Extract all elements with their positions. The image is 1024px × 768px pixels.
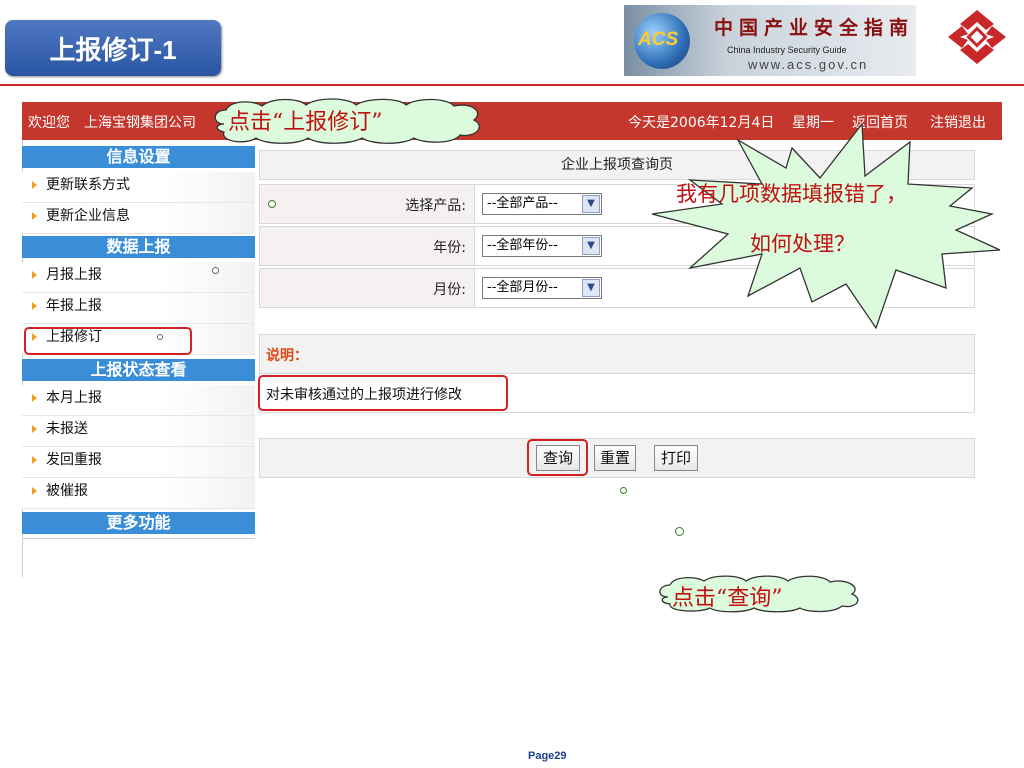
acs-banner: ACS 中国产业安全指南 China Industry Security Gui… — [624, 5, 916, 76]
month-label: 月份: — [433, 282, 466, 298]
month-select[interactable]: --全部月份-- ▼ — [482, 277, 602, 299]
sidebar-item-label: 被催报 — [46, 483, 88, 499]
callout-click-revise: 点击“上报修订” — [228, 110, 383, 135]
sidebar-item-label: 更新联系方式 — [46, 177, 130, 193]
arrow-right-icon — [32, 212, 37, 220]
sidebar-item-returned[interactable]: 发回重报 — [22, 447, 255, 478]
explain-header: 说明： — [259, 334, 975, 374]
sidebar-item-label: 月报上报 — [46, 267, 102, 283]
banner-cn-name: 中国产业安全指南 — [714, 17, 915, 39]
arrow-right-icon — [32, 456, 37, 464]
brand-logo-icon — [948, 10, 1006, 64]
month-select-value: --全部月份-- — [487, 280, 558, 295]
sidebar-item-label: 年报上报 — [46, 298, 102, 314]
chevron-down-icon[interactable]: ▼ — [582, 237, 600, 255]
sidebar-item-not-sent[interactable]: 未报送 — [22, 416, 255, 447]
trace-dot — [268, 200, 276, 208]
banner-url: www.acs.gov.cn — [748, 57, 869, 72]
header-divider — [0, 84, 1024, 86]
sidebar-item-urged[interactable]: 被催报 — [22, 478, 255, 509]
sidebar-divider — [22, 538, 255, 539]
trace-dot — [157, 334, 163, 340]
sidebar-category-status: 上报状态查看 — [22, 359, 255, 381]
explain-highlight — [258, 375, 508, 411]
company-name: 上海宝钢集团公司 — [84, 115, 196, 131]
product-select-value: --全部产品-- — [487, 196, 558, 211]
callout-click-query: 点击“查询” — [672, 586, 783, 611]
arrow-right-icon — [32, 487, 37, 495]
product-label: 选择产品: — [405, 198, 466, 214]
arrow-right-icon — [32, 394, 37, 402]
sidebar-item-label: 本月上报 — [46, 390, 102, 406]
chevron-down-icon[interactable]: ▼ — [582, 279, 600, 297]
year-label: 年份: — [433, 240, 466, 256]
globe-logo-icon: ACS — [634, 13, 690, 69]
sidebar-item-annual-report[interactable]: 年报上报 — [22, 293, 255, 324]
product-select[interactable]: --全部产品-- ▼ — [482, 193, 602, 215]
page-number: Page29 — [528, 750, 567, 762]
sidebar-item-monthly-report[interactable]: 月报上报 — [22, 262, 255, 293]
year-select-value: --全部年份-- — [487, 238, 558, 253]
explain-title: 说明： — [266, 348, 308, 364]
sidebar-item-this-month[interactable]: 本月上报 — [22, 385, 255, 416]
reset-button[interactable]: 重置 — [594, 445, 636, 471]
callout-question-line1: 我有几项数据填报错了， — [676, 182, 907, 206]
globe-logo-text: ACS — [638, 29, 679, 50]
query-button-highlight — [527, 439, 588, 476]
sidebar-category-data-report: 数据上报 — [22, 236, 255, 258]
arrow-right-icon — [32, 271, 37, 279]
welcome-text: 欢迎您 — [28, 115, 70, 131]
banner-en-name: China Industry Security Guide — [727, 45, 847, 55]
chevron-down-icon[interactable]: ▼ — [582, 195, 600, 213]
trace-dot — [675, 527, 684, 536]
arrow-right-icon — [32, 302, 37, 310]
month-label-cell: 月份: — [260, 269, 475, 307]
trace-dot — [212, 267, 219, 274]
sidebar-item-update-company[interactable]: 更新企业信息 — [22, 203, 255, 234]
sidebar-item-label: 未报送 — [46, 421, 88, 437]
sidebar-category-info-settings: 信息设置 — [22, 146, 255, 168]
sidebar-item-update-contact[interactable]: 更新联系方式 — [22, 172, 255, 203]
starburst-callout-question — [651, 122, 1001, 330]
sidebar-item-label: 更新企业信息 — [46, 208, 130, 224]
trace-dot — [620, 487, 627, 494]
year-label-cell: 年份: — [260, 227, 475, 265]
callout-question-line2: 如何处理？ — [750, 232, 855, 256]
sidebar-revise-highlight — [24, 327, 192, 355]
slide-title: 上报修订-1 — [5, 20, 221, 76]
sidebar-category-more: 更多功能 — [22, 512, 255, 534]
arrow-right-icon — [32, 425, 37, 433]
product-label-cell: 选择产品: — [260, 185, 475, 223]
sidebar-item-label: 发回重报 — [46, 452, 102, 468]
print-button[interactable]: 打印 — [654, 445, 698, 471]
year-select[interactable]: --全部年份-- ▼ — [482, 235, 602, 257]
arrow-right-icon — [32, 181, 37, 189]
